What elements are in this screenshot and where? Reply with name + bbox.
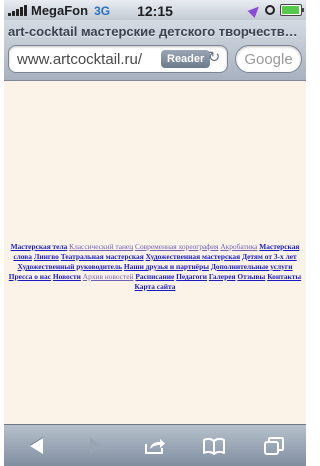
- battery-icon: [280, 4, 304, 16]
- search-field[interactable]: Google: [235, 45, 302, 73]
- nav-link[interactable]: Классический танец: [69, 242, 133, 251]
- forward-button[interactable]: [82, 434, 110, 458]
- nav-link[interactable]: Акробатика: [220, 242, 257, 251]
- bookmarks-icon: [203, 437, 225, 455]
- nav-link[interactable]: Пресса о нас: [9, 272, 51, 281]
- nav-link[interactable]: Дополнительные услуги: [211, 262, 293, 271]
- url-text[interactable]: www.artcocktail.ru/: [17, 51, 142, 68]
- forward-icon: [89, 438, 103, 454]
- nav-link[interactable]: Наши друзья и партнёры: [124, 262, 209, 271]
- nav-link[interactable]: Театральная мастерская: [61, 252, 144, 261]
- nav-link[interactable]: Контакты: [267, 272, 301, 281]
- back-icon: [29, 438, 43, 454]
- tabs-button[interactable]: [260, 434, 288, 458]
- browser-chrome: art-cocktail мастерские детского творчес…: [4, 20, 306, 81]
- location-icon: [247, 2, 263, 18]
- page-content: Мастерская тела Классический танец Совре…: [4, 81, 306, 424]
- tabs-icon: [264, 437, 284, 455]
- nav-link[interactable]: Архив новостей: [83, 272, 134, 281]
- browser-toolbar: [4, 424, 306, 466]
- nav-link[interactable]: Карта сайта: [135, 282, 176, 291]
- nav-link[interactable]: Педагоги: [176, 272, 207, 281]
- nav-link[interactable]: Художественная мастерская: [146, 252, 241, 261]
- status-right: [247, 2, 304, 18]
- reload-icon[interactable]: ↻: [206, 50, 222, 66]
- nav-link[interactable]: Лингво: [34, 252, 59, 261]
- nav-link[interactable]: Современная хореография: [135, 242, 218, 251]
- share-icon: [145, 439, 165, 454]
- status-bar: MegaFon 3G 12:15: [4, 0, 306, 20]
- alarm-icon: [265, 5, 275, 15]
- address-bar[interactable]: www.artcocktail.ru/ Reader ↻: [8, 45, 228, 73]
- nav-link[interactable]: Художественный руководитель: [18, 262, 123, 271]
- phone-screen: MegaFon 3G 12:15 art-cocktail мастерские…: [4, 0, 306, 466]
- reader-button[interactable]: Reader: [161, 50, 211, 68]
- page-title: art-cocktail мастерские детского творчес…: [8, 24, 302, 39]
- nav-link[interactable]: Новости: [53, 272, 81, 281]
- search-placeholder: Google: [244, 51, 293, 68]
- nav-link[interactable]: Расписание: [135, 272, 174, 281]
- site-nav-links: Мастерская тела Классический танец Совре…: [8, 242, 302, 292]
- share-button[interactable]: [141, 434, 169, 458]
- bookmarks-button[interactable]: [200, 434, 228, 458]
- nav-link[interactable]: Отзывы: [237, 272, 265, 281]
- nav-link[interactable]: Галерея: [209, 272, 236, 281]
- back-button[interactable]: [22, 434, 50, 458]
- nav-link[interactable]: Мастерская тела: [11, 242, 68, 251]
- nav-link[interactable]: Детям от 3-х лет: [242, 252, 297, 261]
